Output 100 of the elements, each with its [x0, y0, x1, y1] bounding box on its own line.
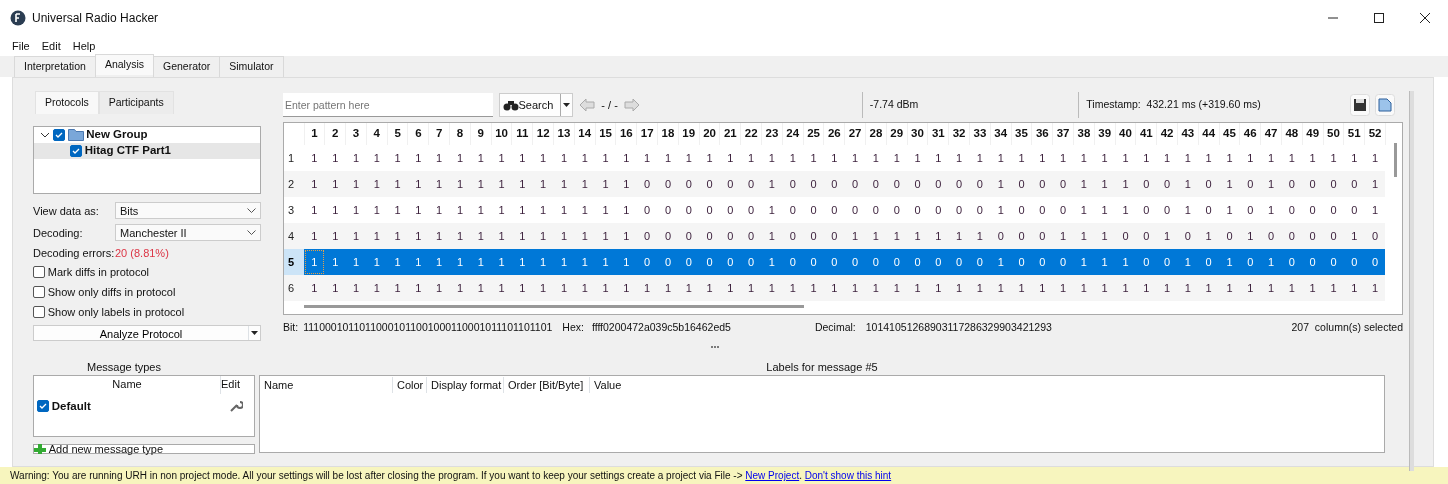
- table-cell: 0: [1198, 248, 1220, 275]
- table-cell: 1: [304, 144, 325, 171]
- row-header[interactable]: 3: [284, 196, 304, 223]
- checkbox[interactable]: [37, 400, 49, 413]
- tab[interactable]: Simulator: [219, 56, 284, 77]
- table-row[interactable]: 6 1 1 1 1 1 1 1 1 1 1 1 1 1 1 1 1 1 1 1 1 1 1 1 1 1 1 1 1 1 1 1 1 1 1 1 1 1 1 1 1 1 1 1 1 1 1 1 1 1 1 1 1: [284, 274, 1386, 301]
- table-cell: 1: [366, 196, 388, 223]
- dropdown[interactable]: Bits: [115, 202, 261, 220]
- checkbox[interactable]: [33, 305, 45, 318]
- table-cell: 1: [366, 170, 388, 197]
- dropdown-button[interactable]: [248, 325, 260, 340]
- column-header: 23: [761, 122, 783, 145]
- table-cell: 1: [990, 274, 1012, 301]
- row-header[interactable]: 6: [284, 274, 304, 301]
- column-header: Name: [111, 376, 143, 392]
- table-cell: 1: [595, 222, 616, 249]
- table-cell: 1: [1031, 144, 1053, 171]
- tree-item[interactable]: New Group: [86, 126, 148, 144]
- document-icon[interactable]: [1375, 94, 1395, 116]
- table-cell: 1: [532, 222, 554, 249]
- row-header[interactable]: 1: [284, 144, 304, 171]
- table-row[interactable]: 5 1 1 1 1 1 1 1 1 1 1 1 1 1 1 1 1 0 0 0 0 0 0 1 0 0 0 0 0 0 0 0 0 0 1 0 0 0 1 1 1 0 0 1 0 1 0 1 0 0 0 0 0: [284, 248, 1386, 275]
- table-row[interactable]: 3 1 1 1 1 1 1 1 1 1 1 1 1 1 1 1 1 0 0 0 0 0 0 1 0 0 0 0 0 0 0 0 0 0 1 0 0 0 1 1 1 0 0 1 0 1 0 1 0 0 0 0 1: [284, 196, 1386, 223]
- row-header[interactable]: 4: [284, 222, 304, 249]
- caret-down-icon: [251, 330, 258, 335]
- menu-item[interactable]: Edit: [35, 37, 67, 55]
- table-cell: 1: [491, 274, 512, 301]
- tab[interactable]: Interpretation: [14, 56, 96, 77]
- table-cell: 0: [678, 222, 700, 249]
- table-row[interactable]: 1 1 1 1 1 1 1 1 1 1 1 1 1 1 1 1 1 1 1 1 1 1 1 1 1 1 1 1 1 1 1 1 1 1 1 1 1 1 1 1 1 1 1 1 1 1 1 1 1 1 1 1 1: [284, 144, 1386, 171]
- table-cell: 1: [1364, 144, 1386, 171]
- column-header: 10: [491, 122, 512, 145]
- menu-item[interactable]: File: [6, 37, 36, 55]
- table-cell: 0: [1323, 196, 1344, 223]
- field-label: Decoding errors:: [33, 245, 115, 261]
- column-header: 12: [532, 122, 554, 145]
- table-cell: 1: [657, 144, 679, 171]
- table-cell: 1: [449, 196, 471, 223]
- table-cell: 1: [387, 248, 408, 275]
- column-header: 4: [366, 122, 388, 145]
- warning-message: Warning: You are running URH in non project mode. All your settings will be lost after closing the program. If you want to keep your settings create a project via File -> New Project. Don't show this hint: [10, 469, 892, 483]
- table-cell: 1: [1260, 170, 1282, 197]
- table-cell: 0: [886, 196, 908, 223]
- menu-item[interactable]: Help: [66, 37, 102, 55]
- link[interactable]: Don't show this hint: [804, 470, 892, 481]
- checkbox[interactable]: [33, 265, 45, 278]
- checkbox[interactable]: [52, 128, 65, 141]
- wrench-icon[interactable]: [229, 399, 243, 414]
- row-header[interactable]: 2: [284, 170, 304, 197]
- dropdown[interactable]: Manchester II: [115, 224, 261, 242]
- column-header: 50: [1323, 122, 1344, 145]
- column-header: 33: [969, 122, 991, 145]
- table-cell: 1: [927, 144, 949, 171]
- table-cell: 1: [1177, 196, 1199, 223]
- table-cell: 1: [1198, 222, 1220, 249]
- checkbox[interactable]: [70, 144, 82, 157]
- table-cell: 1: [907, 222, 928, 249]
- row-header[interactable]: 5: [284, 248, 304, 275]
- table-cell: 1: [428, 144, 450, 171]
- add-button[interactable]: Add new message type: [33, 443, 255, 454]
- table-cell: 0: [1031, 196, 1053, 223]
- scrollbar-thumb[interactable]: [304, 304, 804, 308]
- table-cell: 1: [304, 170, 325, 197]
- table-cell: 1: [1364, 170, 1386, 197]
- table-cell: 0: [657, 170, 679, 197]
- column-header: 45: [1219, 122, 1240, 145]
- tab[interactable]: Participants: [98, 91, 174, 114]
- search-button[interactable]: Search: [498, 93, 574, 117]
- column-header: 1: [304, 122, 325, 145]
- table-cell: 1: [428, 196, 450, 223]
- table-row[interactable]: 4 1 1 1 1 1 1 1 1 1 1 1 1 1 1 1 1 0 0 0 0 0 0 1 0 0 0 1 1 1 1 1 1 1 0 0 0 1 1 1 0 0 1 0 1 0 1 0 0 0 0 1 0: [284, 222, 1386, 249]
- table-cell: 1: [782, 274, 804, 301]
- scrollbar-thumb[interactable]: [1393, 142, 1397, 177]
- save-icon[interactable]: [1349, 94, 1370, 116]
- checkbox[interactable]: [33, 285, 45, 298]
- table-cell: 0: [803, 222, 824, 249]
- table-cell: 1: [1115, 196, 1136, 223]
- table-cell: 1: [574, 170, 596, 197]
- table-cell: 1: [470, 222, 492, 249]
- tab[interactable]: Analysis: [94, 54, 154, 75]
- tab[interactable]: Protocols: [35, 91, 99, 114]
- table-cell: 0: [1239, 196, 1261, 223]
- table-cell: 1: [304, 196, 325, 223]
- tab[interactable]: Generator: [153, 56, 221, 77]
- table-cell: 0: [1239, 170, 1261, 197]
- timestamp: Timestamp: 432.21 ms (+319.60 ms): [1086, 97, 1261, 113]
- table-cell: 0: [1156, 170, 1178, 197]
- table-cell: 0: [948, 170, 970, 197]
- column-header: 26: [823, 122, 845, 145]
- table-row[interactable]: 2 1 1 1 1 1 1 1 1 1 1 1 1 1 1 1 1 0 0 0 0 0 0 1 0 0 0 0 0 0 0 0 0 0 1 0 0 0 1 1 1 0 0 1 0 1 0 1 0 0 0 0 1: [284, 170, 1386, 197]
- caret-down-icon[interactable]: [563, 103, 571, 107]
- search-field[interactable]: Enter pattern here: [283, 93, 493, 117]
- table-cell: 1: [324, 196, 346, 223]
- table-cell: 1: [387, 144, 408, 171]
- column-header: 41: [1135, 122, 1157, 145]
- column-header: 15: [595, 122, 616, 145]
- checkbox-label: Show only diffs in protocol: [47, 284, 176, 300]
- table-cell: 0: [1302, 170, 1324, 197]
- table-cell: 0: [969, 196, 991, 223]
- table-cell: 1: [1260, 196, 1282, 223]
